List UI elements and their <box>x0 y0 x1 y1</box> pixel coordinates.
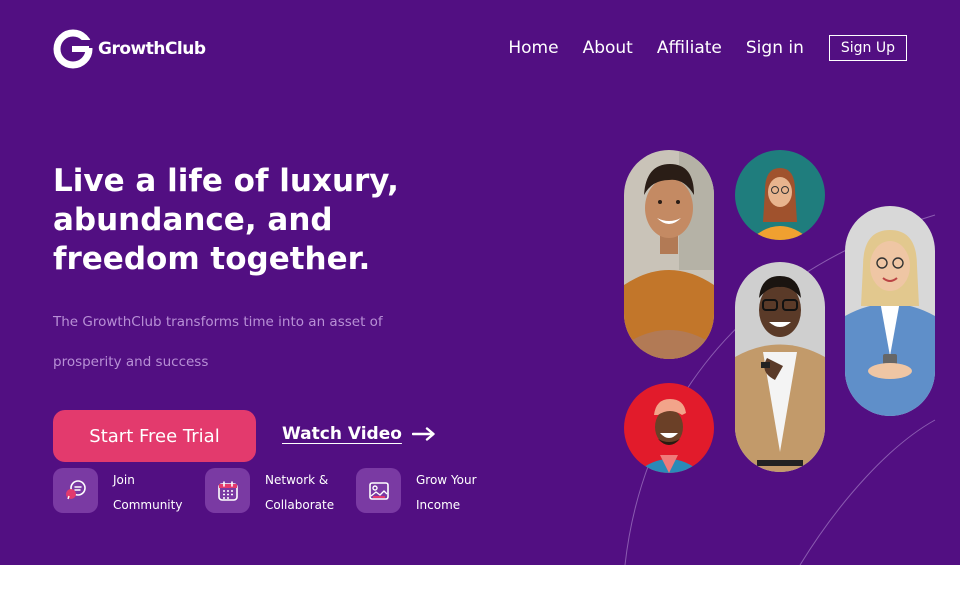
arrow-right-icon <box>411 427 435 441</box>
nav-home[interactable]: Home <box>508 38 558 58</box>
feature-label: Community <box>113 498 183 512</box>
feature-label: Network & <box>265 473 329 487</box>
smiling-man-portrait <box>624 150 714 359</box>
nav-signin[interactable]: Sign in <box>746 38 804 58</box>
feature-label: Join <box>113 473 135 487</box>
main-nav: Home About Affiliate Sign in Sign Up <box>508 35 907 61</box>
hero-headline: Live a life of luxury, abundance, and fr… <box>53 162 453 279</box>
feature-label: Income <box>416 498 461 512</box>
feature-join-community: Join Community <box>53 468 182 518</box>
signup-button[interactable]: Sign Up <box>828 35 907 61</box>
hero-subtext: The GrowthClub transforms time into an a… <box>53 302 413 382</box>
man-with-glasses-portrait <box>735 262 825 472</box>
headline-line: freedom together. <box>53 241 371 277</box>
older-woman-portrait <box>845 206 935 416</box>
logo[interactable]: GrowthClub <box>52 28 206 70</box>
chat-icon <box>53 468 98 513</box>
headline-line: Live a life of luxury, <box>53 163 399 199</box>
watch-video-link[interactable]: Watch Video <box>282 424 436 444</box>
feature-network-collaborate: Network & Collaborate <box>205 468 334 518</box>
nav-affiliate[interactable]: Affiliate <box>657 38 722 58</box>
subtext-line: prosperity and success <box>53 354 209 370</box>
feature-label: Grow Your <box>416 473 477 487</box>
logo-text: GrowthClub <box>98 39 206 59</box>
laughing-man-portrait <box>624 383 714 473</box>
logo-icon <box>53 29 93 69</box>
image-icon <box>356 468 401 513</box>
headline-line: abundance, and <box>53 202 333 238</box>
watch-video-label: Watch Video <box>282 424 402 444</box>
page-below-hero <box>0 565 960 600</box>
woman-portrait <box>735 150 825 240</box>
feature-grow-income: Grow Your Income <box>356 468 477 518</box>
subtext-line: The GrowthClub transforms time into an a… <box>53 314 383 330</box>
hero-section: GrowthClub Home About Affiliate Sign in … <box>0 0 960 565</box>
calendar-icon <box>205 468 250 513</box>
start-free-trial-button[interactable]: Start Free Trial <box>53 410 256 462</box>
feature-label: Collaborate <box>265 498 335 512</box>
nav-about[interactable]: About <box>583 38 633 58</box>
